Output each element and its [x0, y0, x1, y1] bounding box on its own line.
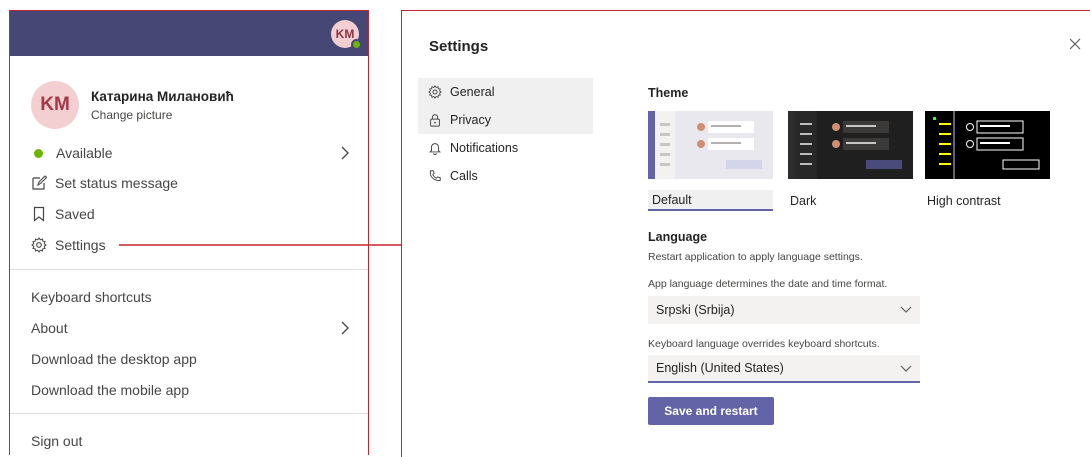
saved-item[interactable]: Saved — [31, 202, 350, 226]
theme-dark-label: Dark — [790, 194, 817, 208]
avatar-initials: KM — [40, 94, 70, 115]
save-and-restart-button[interactable]: Save and restart — [648, 397, 774, 425]
header-avatar-initials: KM — [335, 27, 355, 41]
header-avatar[interactable]: KM — [331, 20, 362, 50]
download-desktop-label: Download the desktop app — [31, 351, 197, 367]
keyboard-shortcuts-label: Keyboard shortcuts — [31, 289, 152, 305]
theme-dark-preview — [788, 111, 913, 179]
keyboard-language-dropdown[interactable]: English (United States) — [648, 355, 920, 383]
keyboard-shortcuts-item[interactable]: Keyboard shortcuts — [31, 285, 350, 309]
sign-out-label: Sign out — [31, 433, 83, 449]
settings-title: Settings — [429, 38, 489, 55]
theme-heading: Theme — [648, 86, 689, 100]
theme-high-contrast-preview — [925, 111, 1050, 179]
about-item[interactable]: About — [31, 316, 350, 340]
app-language-note: App language determines the date and tim… — [648, 278, 888, 290]
app-language-value: Srpski (Srbija) — [656, 303, 735, 317]
theme-default-preview — [648, 111, 773, 179]
language-heading: Language — [648, 230, 708, 244]
set-status-label: Set status message — [55, 175, 178, 191]
menu-divider — [10, 413, 368, 414]
app-header-bar: KM — [10, 11, 368, 56]
download-desktop-app-item[interactable]: Download the desktop app — [31, 347, 350, 371]
theme-high-contrast-label: High contrast — [927, 194, 1001, 208]
keyboard-language-value: English (United States) — [656, 361, 784, 375]
theme-dark[interactable]: Dark — [788, 111, 913, 208]
chevron-down-icon — [900, 365, 912, 372]
profile-menu: KM KM Катарина Милановић Change picture … — [9, 10, 369, 455]
theme-high-contrast[interactable]: High contrast — [925, 111, 1050, 208]
theme-default[interactable]: Default — [648, 111, 773, 211]
nav-general[interactable]: General — [418, 78, 593, 106]
settings-label: Settings — [55, 237, 106, 253]
nav-privacy[interactable]: Privacy — [418, 106, 593, 134]
nav-notifications-label: Notifications — [450, 141, 519, 155]
set-status-message-item[interactable]: Set status message — [31, 171, 350, 195]
keyboard-language-note: Keyboard language overrides keyboard sho… — [648, 338, 880, 350]
chevron-right-icon — [341, 146, 349, 160]
status-label: Available — [56, 145, 113, 161]
nav-notifications[interactable]: Notifications — [418, 134, 593, 162]
download-mobile-app-item[interactable]: Download the mobile app — [31, 378, 350, 402]
profile-name: Катарина Милановић — [91, 88, 234, 104]
nav-privacy-label: Privacy — [450, 113, 491, 127]
presence-indicator — [351, 39, 362, 50]
available-status-icon — [34, 148, 43, 158]
menu-divider — [10, 269, 368, 270]
bell-icon — [429, 143, 441, 155]
gear-icon — [428, 85, 442, 99]
gear-icon — [31, 237, 47, 253]
nav-calls[interactable]: Calls — [418, 162, 593, 190]
nav-calls-label: Calls — [450, 169, 478, 183]
avatar[interactable]: KM — [31, 81, 79, 129]
about-label: About — [31, 320, 68, 336]
edit-status-icon — [32, 175, 47, 190]
settings-nav: General Privacy Notifications Calls — [418, 78, 593, 190]
lock-icon — [430, 114, 440, 127]
saved-label: Saved — [55, 206, 95, 222]
nav-general-label: General — [450, 85, 495, 99]
phone-icon — [429, 170, 441, 181]
download-mobile-label: Download the mobile app — [31, 382, 189, 398]
profile-card: KM Катарина Милановић Change picture — [31, 81, 234, 129]
status-menu-item[interactable]: Available — [31, 141, 350, 165]
close-icon[interactable] — [1068, 37, 1082, 51]
chevron-right-icon — [341, 321, 349, 335]
settings-dialog: Settings General Privacy Notifications C… — [401, 10, 1090, 457]
bookmark-icon — [33, 206, 45, 222]
change-picture-link[interactable]: Change picture — [91, 108, 234, 122]
app-language-dropdown[interactable]: Srpski (Srbija) — [648, 296, 920, 324]
theme-default-label: Default — [648, 190, 773, 211]
chevron-down-icon — [900, 306, 912, 313]
restart-note: Restart application to apply language se… — [648, 251, 863, 263]
settings-item[interactable]: Settings — [31, 233, 350, 257]
sign-out-item[interactable]: Sign out — [31, 429, 350, 453]
